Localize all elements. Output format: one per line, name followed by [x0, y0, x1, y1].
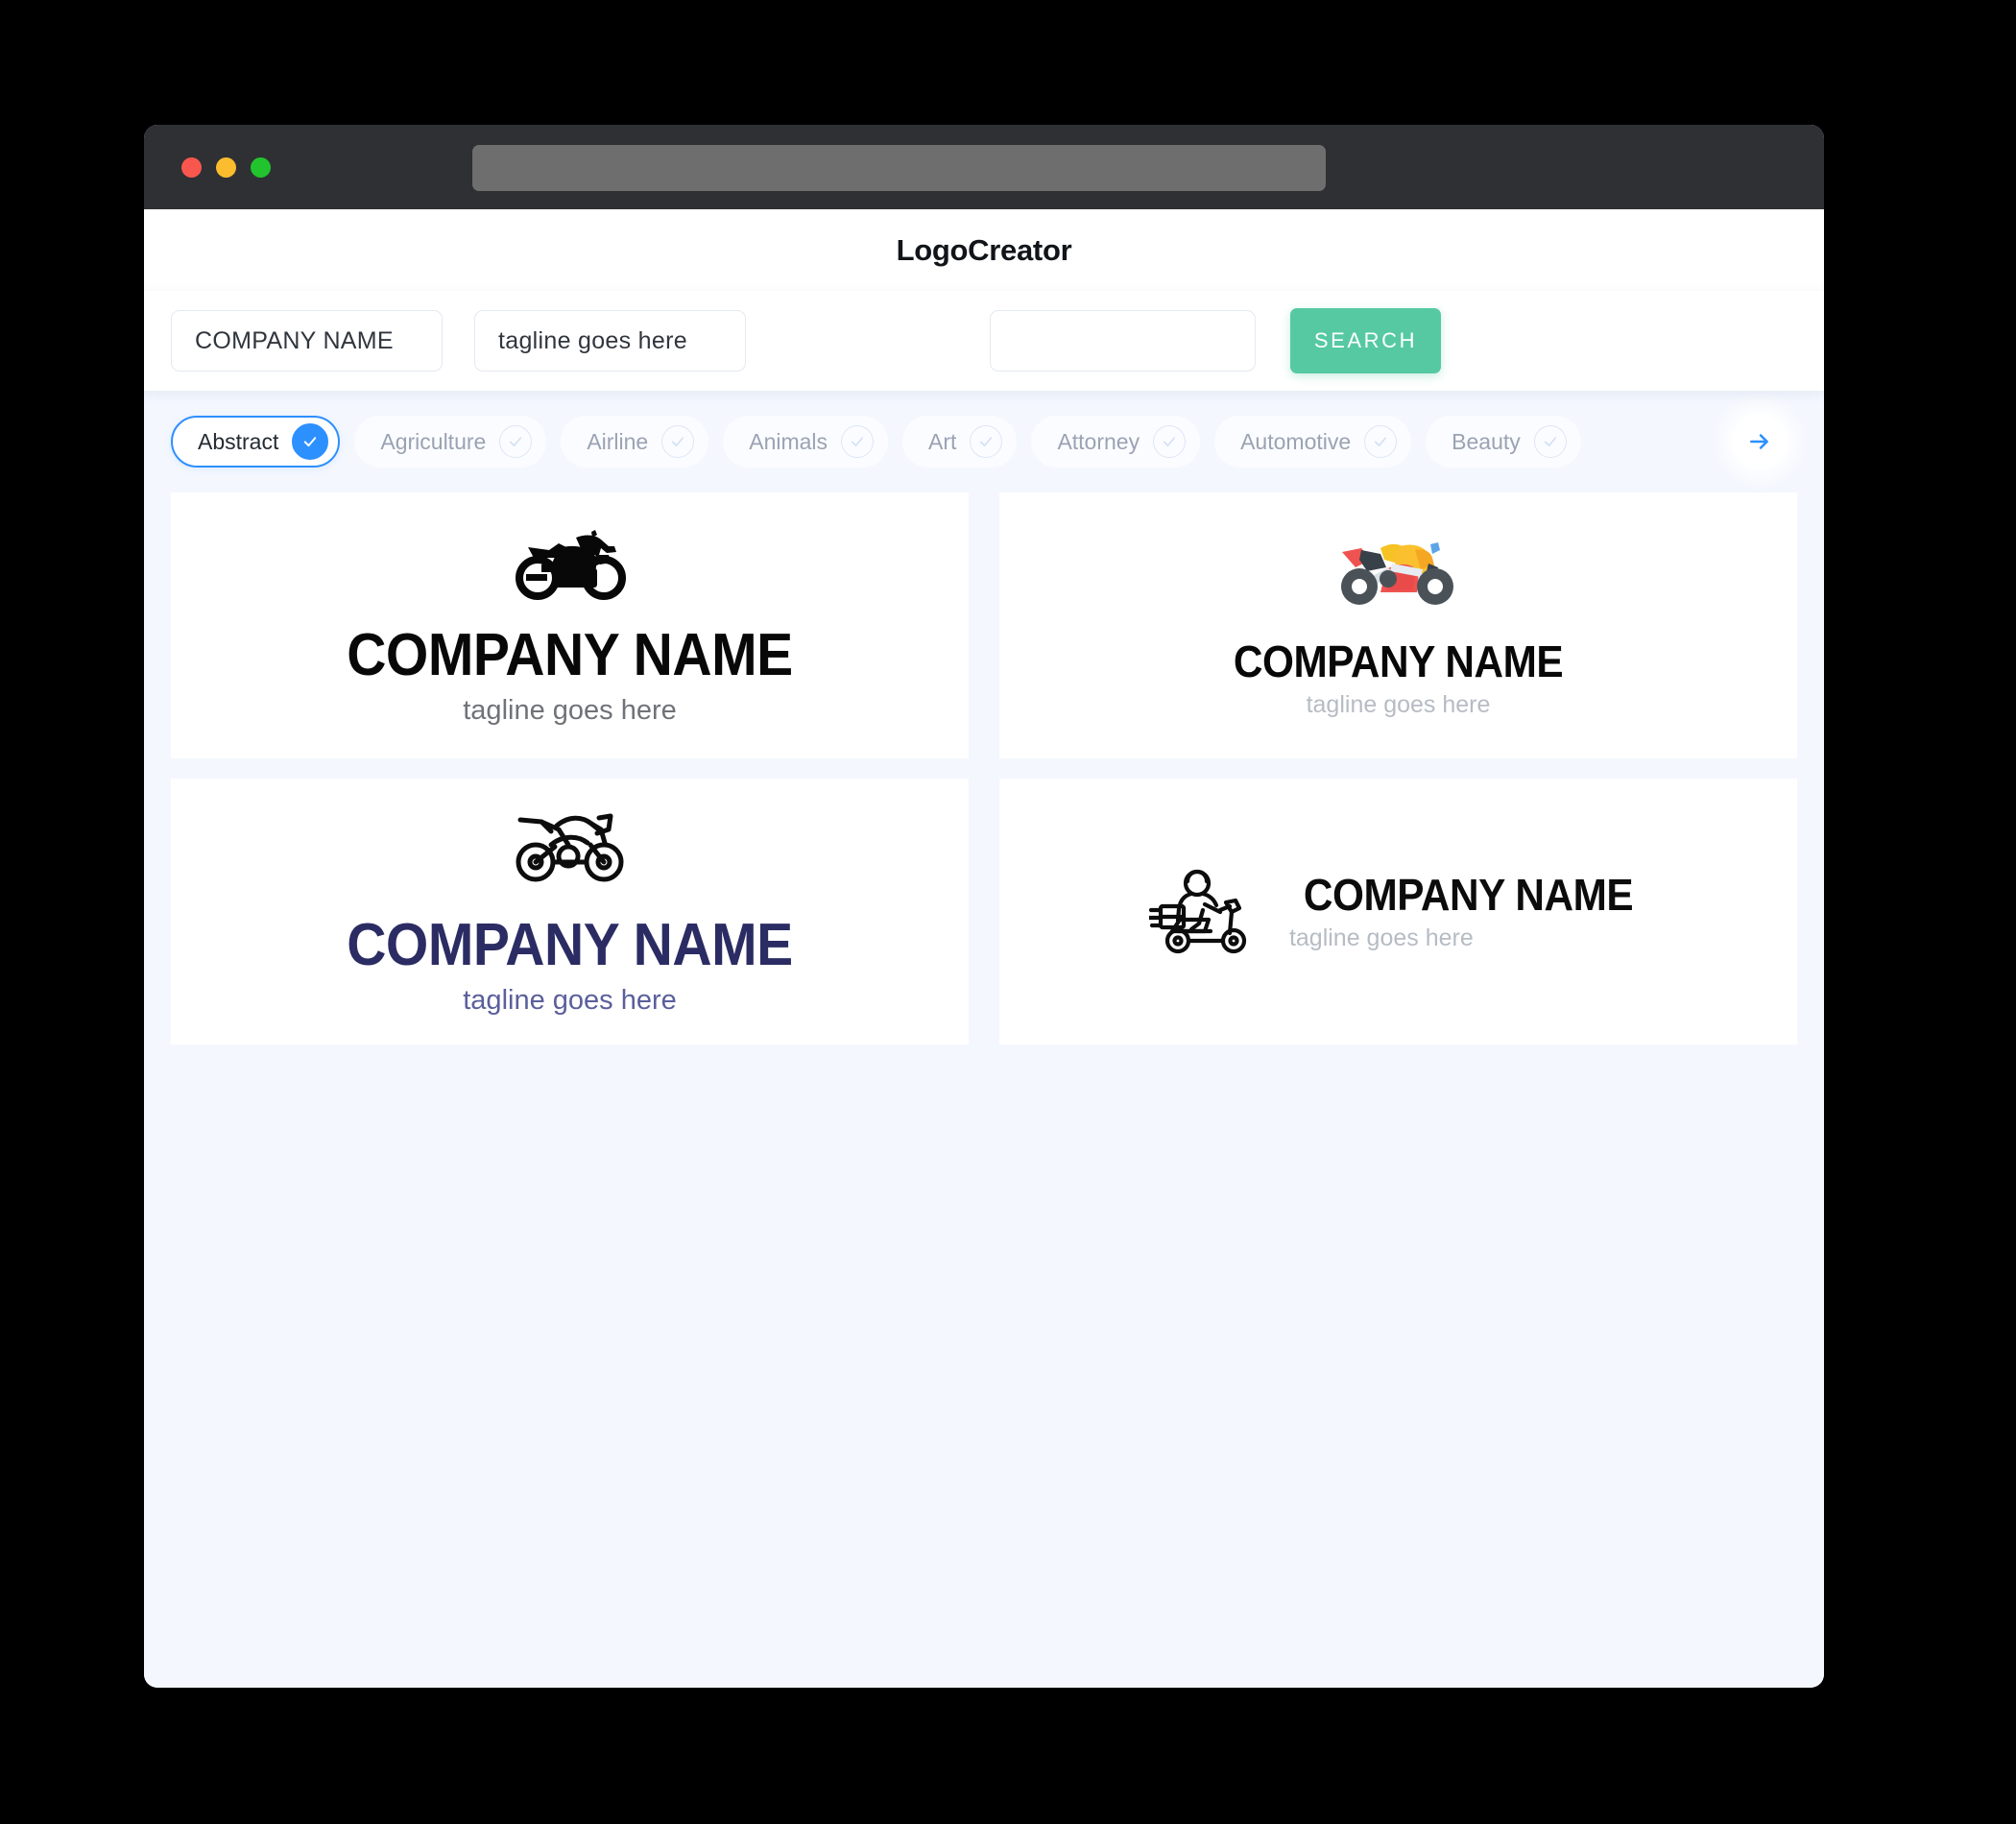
- category-chip-label: Airline: [587, 428, 649, 454]
- company-name-value: COMPANY NAME: [195, 326, 394, 354]
- traffic-lights: [181, 156, 271, 178]
- motorcycle-silhouette-icon: [509, 526, 632, 601]
- page-title: LogoCreator: [896, 232, 1072, 267]
- logo-results-grid: COMPANY NAME tagline goes here COMPANY N…: [171, 492, 1797, 1044]
- category-chip-beauty[interactable]: Beauty: [1426, 416, 1581, 468]
- check-circle-icon: [970, 425, 1003, 458]
- check-circle-icon: [1153, 425, 1187, 458]
- logo-tagline: tagline goes here: [463, 985, 677, 1016]
- logo-tagline: tagline goes here: [463, 695, 677, 726]
- minimize-window-button[interactable]: [216, 156, 236, 178]
- company-name-input[interactable]: COMPANY NAME: [171, 310, 443, 372]
- arrow-right-icon: [1750, 434, 1768, 449]
- check-circle-icon: [661, 425, 695, 458]
- category-chip-automotive[interactable]: Automotive: [1214, 416, 1412, 468]
- motorcycle-color-flat-icon: [1336, 535, 1461, 612]
- check-circle-icon: [499, 425, 533, 458]
- category-filter-row: Abstract Agriculture Airline Animals Art…: [144, 391, 1824, 492]
- category-chip-label: Beauty: [1452, 428, 1521, 454]
- logo-company-name: COMPANY NAME: [1233, 636, 1564, 686]
- logo-card[interactable]: COMPANY NAME tagline goes here: [171, 492, 969, 758]
- category-chip-airline[interactable]: Airline: [561, 416, 709, 468]
- browser-window: LogoCreator COMPANY NAME tagline goes he…: [144, 125, 1824, 1688]
- browser-titlebar: [144, 125, 1824, 209]
- category-chip-abstract[interactable]: Abstract: [171, 416, 341, 468]
- category-chip-label: Animals: [749, 428, 828, 454]
- tagline-input[interactable]: tagline goes here: [474, 310, 746, 372]
- category-chip-animals[interactable]: Animals: [723, 416, 889, 468]
- category-chip-label: Agriculture: [380, 428, 487, 454]
- logo-card[interactable]: COMPANY NAME tagline goes here: [999, 492, 1797, 758]
- category-chip-attorney[interactable]: Attorney: [1031, 416, 1201, 468]
- category-chip-label: Art: [928, 428, 957, 454]
- keyword-input[interactable]: [990, 310, 1256, 372]
- categories-next-button[interactable]: [1732, 414, 1788, 469]
- check-circle-icon: [292, 423, 329, 460]
- maximize-window-button[interactable]: [251, 156, 271, 178]
- logo-company-name: COMPANY NAME: [347, 622, 793, 688]
- delivery-scooter-rider-icon: [1148, 868, 1257, 956]
- logo-card[interactable]: COMPANY NAME tagline goes here: [999, 779, 1797, 1044]
- content-area: Abstract Agriculture Airline Animals Art…: [144, 391, 1824, 1688]
- logo-company-name: COMPANY NAME: [1303, 870, 1634, 920]
- motorcycle-outline-icon: [507, 808, 634, 885]
- logo-card[interactable]: COMPANY NAME tagline goes here: [171, 779, 969, 1044]
- app-header: LogoCreator: [144, 209, 1824, 291]
- search-bar: COMPANY NAME tagline goes here SEARCH: [144, 291, 1824, 391]
- check-circle-icon: [841, 425, 875, 458]
- category-chip-label: Automotive: [1240, 428, 1352, 454]
- check-circle-icon: [1533, 425, 1567, 458]
- check-circle-icon: [1364, 425, 1398, 458]
- url-bar[interactable]: [472, 145, 1326, 191]
- logo-company-name: COMPANY NAME: [347, 912, 793, 978]
- search-button[interactable]: SEARCH: [1290, 308, 1441, 373]
- category-chip-agriculture[interactable]: Agriculture: [354, 416, 547, 468]
- tagline-value: tagline goes here: [498, 326, 687, 354]
- category-chip-label: Attorney: [1057, 428, 1140, 454]
- category-chip-label: Abstract: [198, 428, 279, 454]
- logo-tagline: tagline goes here: [1288, 924, 1474, 951]
- close-window-button[interactable]: [181, 156, 202, 178]
- logo-tagline: tagline goes here: [1306, 690, 1491, 718]
- category-chip-art[interactable]: Art: [902, 416, 1018, 468]
